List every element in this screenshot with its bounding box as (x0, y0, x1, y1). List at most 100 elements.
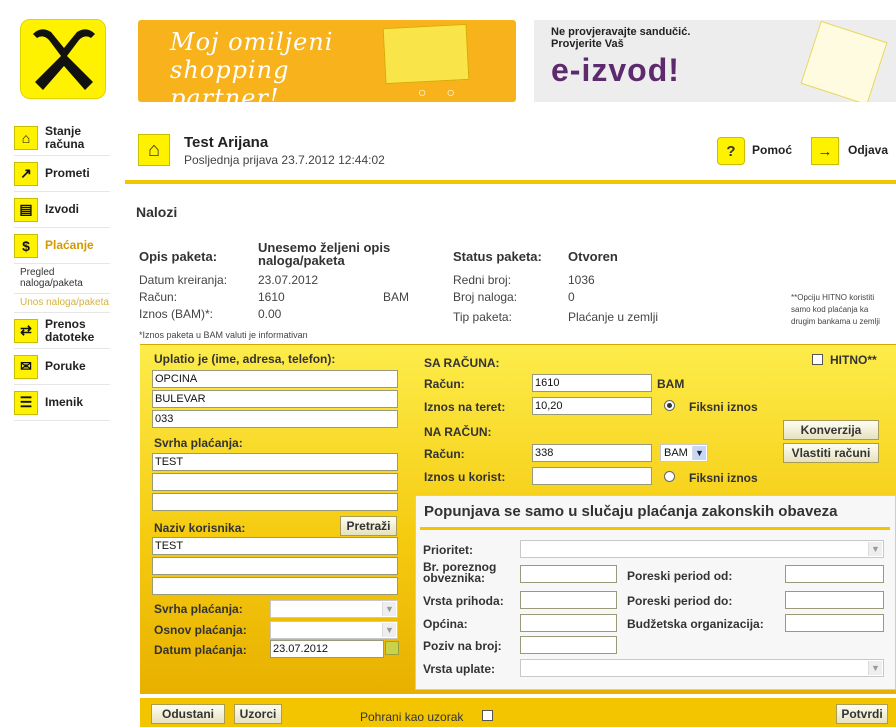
sidebar-item-prometi[interactable]: ↗ Prometi (14, 156, 110, 192)
sa-racun-input[interactable]: 1610 (532, 374, 652, 392)
help-link[interactable]: Pomoć (752, 143, 792, 157)
sidebar-item-poruke[interactable]: ✉ Poruke (14, 349, 110, 385)
uplatio-line-3[interactable]: 033 (152, 410, 398, 428)
pohrani-label: Pohrani kao uzorak (360, 710, 464, 724)
user-name: Test Arijana (184, 134, 269, 151)
transfer-icon: ⇄ (14, 318, 38, 343)
sidebar-item-label: Stanje računa (45, 123, 85, 151)
logo[interactable] (7, 6, 119, 111)
sidebar-subitem-pregled[interactable]: Pregled naloga/paketa (14, 264, 110, 294)
sidebar-subitem-unos[interactable]: Unos naloga/paketa (14, 294, 110, 313)
tip-paketa-label: Tip paketa: (453, 310, 512, 324)
naziv-line-2[interactable] (152, 557, 398, 575)
uplatio-line-1[interactable]: OPCINA (152, 370, 398, 388)
sidebar-item-izvodi[interactable]: ▤ Izvodi (14, 192, 110, 228)
period-od-label: Poreski period od: (627, 569, 733, 583)
iznos-teret-label: Iznos na teret: (424, 400, 506, 414)
uplatio-line-2[interactable]: BULEVAR (152, 390, 398, 408)
vrsta-prihoda-input[interactable] (520, 591, 617, 609)
svrha-select[interactable]: ▼ (270, 600, 398, 618)
trend-arrow-icon: ↗ (14, 161, 38, 186)
naziv-line-3[interactable] (152, 577, 398, 595)
shopping-banner-text: Moj omiljeni shopping partner! (170, 28, 334, 102)
eizvod-banner-title: e-izvod! (551, 52, 680, 88)
naziv-line-1[interactable]: TEST (152, 537, 398, 555)
fiksni-iznos-label-1: Fiksni iznos (689, 400, 758, 414)
sidebar-item-prenos-datoteke[interactable]: ⇄ Prenos datoteke (14, 313, 110, 349)
konverzija-button[interactable]: Konverzija (783, 420, 879, 440)
tax-divider (420, 527, 890, 530)
iznos-label: Iznos (BAM)*: (139, 307, 214, 321)
prioritet-select[interactable]: ▼ (520, 540, 884, 558)
page-title: Nalozi (136, 204, 178, 220)
sidebar-item-label: Poruke (45, 359, 86, 373)
fiksni-iznos-radio-2[interactable] (664, 471, 675, 482)
logout-link[interactable]: Odjava (848, 143, 888, 157)
iznos-note: *Iznos paketa u BAM valuti je informativ… (139, 330, 308, 340)
sidebar-item-label: Prenos datoteke (45, 316, 95, 344)
fiksni-iznos-radio-1[interactable] (664, 400, 675, 411)
poziv-input[interactable] (520, 636, 617, 654)
svrha-line-1[interactable]: TEST (152, 453, 398, 471)
hitno-label: HITNO** (830, 353, 877, 367)
tax-section-title: Popunjava se samo u slučaju plaćanja zak… (424, 503, 838, 520)
iznos-korist-input[interactable] (532, 467, 652, 485)
pohrani-checkbox[interactable] (482, 710, 493, 721)
chevron-down-icon: ▼ (868, 661, 882, 675)
budzetska-input[interactable] (785, 614, 884, 632)
poziv-label: Poziv na broj: (423, 639, 502, 653)
redni-broj-label: Redni broj: (453, 273, 512, 287)
raiffeisen-logo-icon (20, 19, 106, 99)
broj-naloga-label: Broj naloga: (453, 290, 518, 304)
osnov-select[interactable]: ▼ (270, 621, 398, 639)
help-icon[interactable]: ? (717, 137, 745, 165)
broj-naloga-value: 0 (568, 290, 575, 304)
iznos-korist-label: Iznos u korist: (424, 470, 506, 484)
currency-select[interactable]: BAM ▼ (660, 444, 708, 462)
potvrdi-button[interactable]: Potvrdi (836, 704, 888, 724)
period-do-label: Poreski period do: (627, 594, 733, 608)
iznos-teret-input[interactable]: 10,20 (532, 397, 652, 415)
pretrazi-button[interactable]: Pretraži (340, 516, 397, 536)
uplatio-label: Uplatio je (ime, adresa, telefon): (154, 352, 336, 366)
period-do-input[interactable] (785, 591, 884, 609)
prioritet-label: Prioritet: (423, 543, 474, 557)
datum-placanja-input[interactable]: 23.07.2012 (270, 640, 384, 658)
calendar-icon[interactable] (385, 641, 399, 655)
sidebar-item-imenik[interactable]: ☰ Imenik (14, 385, 110, 421)
chevron-down-icon: ▼ (382, 602, 396, 616)
svrha-line-2[interactable] (152, 473, 398, 491)
sidebar-item-label: Prometi (45, 166, 90, 180)
svrha-select-label: Svrha plaćanja: (154, 602, 243, 616)
opcina-input[interactable] (520, 614, 617, 632)
hitno-checkbox[interactable] (812, 354, 823, 365)
br-poreznog-input[interactable] (520, 565, 617, 583)
hitno-note: **Opciju HITNO koristiti samo kod plaćan… (791, 293, 880, 326)
envelope-icon: ✉ (14, 354, 38, 379)
na-racun-input[interactable]: 338 (532, 444, 652, 462)
racun-label: Račun: (139, 290, 178, 304)
na-racun-heading: NA RAČUN: (424, 425, 492, 439)
banner-pager-dots: ○○ (418, 84, 475, 100)
odustani-button[interactable]: Odustani (151, 704, 225, 724)
uzorci-button[interactable]: Uzorci (234, 704, 282, 724)
sidebar-item-stanje-racuna[interactable]: ⌂ Stanje računa (14, 120, 110, 156)
sidebar-item-placanje[interactable]: $ Plaćanje (14, 228, 110, 264)
vrsta-uplate-select[interactable]: ▼ (520, 659, 884, 677)
envelope-image (800, 20, 888, 102)
shopping-banner[interactable]: Moj omiljeni shopping partner! ○○ (138, 20, 516, 102)
period-od-input[interactable] (785, 565, 884, 583)
eizvod-banner[interactable]: Ne provjeravajte sandučić. Provjerite Va… (534, 20, 896, 102)
logout-icon[interactable]: → (811, 137, 839, 165)
home-icon[interactable]: ⌂ (138, 134, 170, 166)
sa-racuna-heading: SA RAČUNA: (424, 356, 500, 370)
svrha-line-3[interactable] (152, 493, 398, 511)
datum-placanja-label: Datum plaćanja: (154, 643, 247, 657)
chevron-down-icon: ▼ (692, 446, 706, 460)
opcina-label: Općina: (423, 617, 468, 631)
chevron-down-icon: ▼ (868, 542, 882, 556)
vlastiti-racuni-button[interactable]: Vlastiti računi (783, 443, 879, 463)
fiksni-iznos-label-2: Fiksni iznos (689, 471, 758, 485)
currency-select-value: BAM (664, 447, 688, 459)
document-icon: ▤ (14, 197, 38, 222)
